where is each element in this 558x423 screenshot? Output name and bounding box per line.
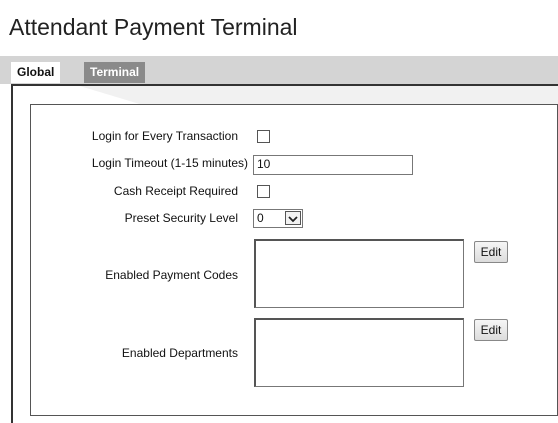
page-title: Attendant Payment Terminal bbox=[9, 14, 298, 40]
preset-security-level-value: 0 bbox=[257, 211, 264, 225]
login-timeout-input[interactable]: 10 bbox=[253, 155, 413, 175]
cash-receipt-required-checkbox[interactable] bbox=[257, 185, 270, 198]
login-timeout-label: Login Timeout (1-15 minutes) bbox=[91, 156, 248, 170]
enabled-departments-label: Enabled Departments bbox=[121, 346, 238, 360]
preset-security-level-label: Preset Security Level bbox=[124, 211, 238, 225]
preset-security-level-select[interactable]: 0 bbox=[253, 209, 303, 228]
login-every-transaction-label: Login for Every Transaction bbox=[91, 129, 238, 143]
cash-receipt-required-label: Cash Receipt Required bbox=[113, 184, 238, 198]
tab-terminal[interactable]: Terminal bbox=[84, 62, 146, 83]
edit-payment-codes-button[interactable]: Edit bbox=[474, 241, 508, 263]
enabled-payment-codes-label: Enabled Payment Codes bbox=[105, 268, 238, 282]
edit-departments-button[interactable]: Edit bbox=[474, 319, 508, 341]
enabled-departments-list[interactable] bbox=[254, 318, 464, 387]
login-every-transaction-checkbox[interactable] bbox=[257, 130, 270, 143]
chevron-down-icon[interactable] bbox=[285, 211, 301, 225]
enabled-payment-codes-list[interactable] bbox=[254, 239, 464, 308]
tab-global[interactable]: Global bbox=[11, 62, 61, 83]
